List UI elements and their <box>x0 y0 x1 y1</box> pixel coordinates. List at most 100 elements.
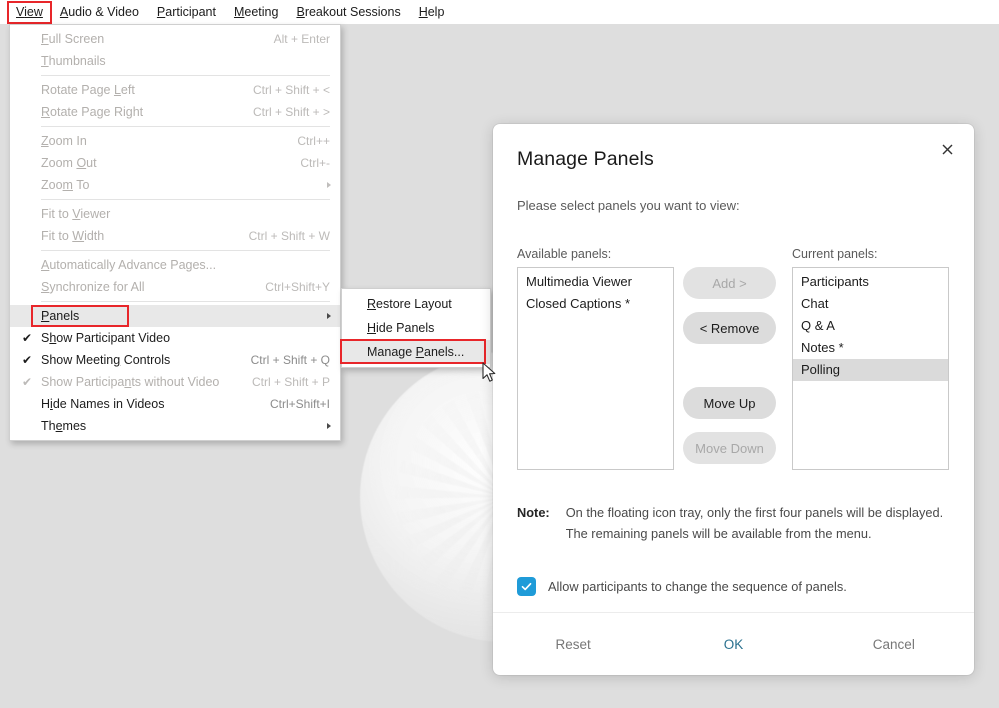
submenu-item-manage-panels[interactable]: Manage Panels... <box>340 339 490 364</box>
menu-item-shortcut: Ctrl + Shift + Q <box>250 353 330 367</box>
transfer-button-group: Add > < Remove Move Up Move Down <box>683 267 776 470</box>
current-panels-label: Current panels: <box>792 247 878 261</box>
menu-item-label: Zoom Out <box>41 156 97 170</box>
menu-item-label: Synchronize for All <box>41 280 145 294</box>
menu-item-label: Fit to Viewer <box>41 207 111 221</box>
menubar-item-view[interactable]: View <box>7 0 52 24</box>
submenu-item-label: Manage Panels... <box>367 345 465 359</box>
menu-item-label: Themes <box>41 419 87 433</box>
cancel-button[interactable]: Cancel <box>814 631 974 658</box>
menu-item-shortcut: Ctrl + Shift + W <box>248 229 330 243</box>
menu-item-shortcut: Ctrl+Shift+Y <box>265 280 330 294</box>
move-down-button[interactable]: Move Down <box>683 432 776 464</box>
screen-root: View Audio & Video Participant Meeting B… <box>0 0 999 708</box>
menubar-item-breakout-sessions-label: Breakout Sessions <box>296 4 401 19</box>
menu-item-show-participant-video[interactable]: ✔ Show Participant Video <box>10 327 340 349</box>
menu-separator <box>41 250 330 251</box>
menubar-item-breakout-sessions[interactable]: Breakout Sessions <box>287 2 409 23</box>
menubar-item-participant-label: Participant <box>156 4 216 19</box>
menubar-item-help-label: Help <box>418 4 445 19</box>
menu-item-synchronize-for-all: Synchronize for All Ctrl+Shift+Y <box>10 276 340 298</box>
chevron-right-icon <box>327 182 331 188</box>
menu-item-shortcut: Ctrl+Shift+I <box>269 397 330 411</box>
menu-item-label: Thumbnails <box>41 54 106 68</box>
menubar-item-meeting[interactable]: Meeting <box>225 2 287 23</box>
menubar-item-meeting-label: Meeting <box>233 4 279 19</box>
menu-item-label: Zoom To <box>41 178 90 192</box>
menu-item-label: Hide Names in Videos <box>41 397 165 411</box>
check-icon: ✔ <box>22 375 33 389</box>
menu-item-zoom-to: Zoom To <box>10 174 340 196</box>
menu-item-rotate-page-right: Rotate Page Right Ctrl + Shift + > <box>10 101 340 123</box>
menu-item-show-participants-without-video: ✔ Show Participants without Video Ctrl + S… <box>10 371 340 393</box>
view-dropdown-menu: Full Screen Alt + Enter Thumbnails Rotate P… <box>9 24 341 441</box>
menu-item-label: Show Participants without Video <box>41 375 220 389</box>
remove-button[interactable]: < Remove <box>683 312 776 344</box>
menu-item-fit-to-viewer: Fit to Viewer <box>10 203 340 225</box>
add-button[interactable]: Add > <box>683 267 776 299</box>
menu-item-shortcut: Ctrl + Shift + P <box>251 375 330 389</box>
menu-item-shortcut: Ctrl+- <box>300 156 330 170</box>
menu-item-zoom-in: Zoom In Ctrl++ <box>10 130 340 152</box>
menu-item-thumbnails: Thumbnails <box>10 50 340 72</box>
menubar-item-audio-video-label: Audio & Video <box>59 4 139 19</box>
menu-item-label: Show Participant Video <box>41 331 171 345</box>
menubar-item-view-label: View <box>16 4 43 19</box>
menu-separator <box>41 301 330 302</box>
menu-item-label: Rotate Page Left <box>41 83 135 97</box>
menu-item-rotate-page-left: Rotate Page Left Ctrl + Shift + < <box>10 79 340 101</box>
menubar-item-help[interactable]: Help <box>410 2 454 23</box>
list-item[interactable]: Multimedia Viewer <box>518 271 673 293</box>
ok-button[interactable]: OK <box>653 631 813 658</box>
menu-item-label: Panels <box>41 309 80 323</box>
menubar-item-audio-video[interactable]: Audio & Video <box>51 2 148 23</box>
chevron-right-icon <box>327 423 331 429</box>
menu-item-label: Rotate Page Right <box>41 105 144 119</box>
list-item[interactable]: Notes * <box>793 337 948 359</box>
checkbox-checked-icon[interactable] <box>517 577 536 596</box>
menu-item-label: Full Screen <box>41 32 105 46</box>
allow-sequence-checkbox-row[interactable]: Allow participants to change the sequenc… <box>517 577 847 596</box>
menu-item-panels[interactable]: Panels <box>10 305 340 327</box>
menu-item-shortcut: Ctrl + Shift + < <box>252 83 330 97</box>
note-label: Note: <box>517 505 550 520</box>
menu-item-themes[interactable]: Themes <box>10 415 340 437</box>
menu-item-label: Automatically Advance Pages... <box>41 258 217 272</box>
menu-item-label: Fit to Width <box>41 229 105 243</box>
menu-item-label: Show Meeting Controls <box>41 353 171 367</box>
menu-separator <box>41 75 330 76</box>
menu-item-fit-to-width: Fit to Width Ctrl + Shift + W <box>10 225 340 247</box>
allow-sequence-checkbox-label: Allow participants to change the sequenc… <box>548 579 847 594</box>
note-text: On the floating icon tray, only the firs… <box>565 505 944 541</box>
submenu-item-hide-panels[interactable]: Hide Panels <box>342 316 490 340</box>
submenu-item-label: Restore Layout <box>367 297 452 311</box>
menu-separator <box>41 126 330 127</box>
available-panels-list[interactable]: Multimedia Viewer Closed Captions * <box>517 267 674 470</box>
chevron-right-icon <box>327 313 331 319</box>
list-item[interactable]: Closed Captions * <box>518 293 673 315</box>
menubar-item-participant[interactable]: Participant <box>148 2 225 23</box>
reset-button[interactable]: Reset <box>493 631 653 658</box>
submenu-item-restore-layout[interactable]: Restore Layout <box>342 292 490 316</box>
list-item[interactable]: Q & A <box>793 315 948 337</box>
menu-item-shortcut: Ctrl + Shift + > <box>252 105 330 119</box>
list-item[interactable]: Polling <box>793 359 948 381</box>
menu-item-shortcut: Ctrl++ <box>297 134 330 148</box>
menu-item-shortcut: Alt + Enter <box>273 32 330 46</box>
list-item[interactable]: Participants <box>793 271 948 293</box>
move-up-button[interactable]: Move Up <box>683 387 776 419</box>
available-panels-label: Available panels: <box>517 247 612 261</box>
dialog-title: Manage Panels <box>517 148 654 170</box>
dialog-footer: Reset OK Cancel <box>493 612 974 675</box>
menu-item-full-screen: Full Screen Alt + Enter <box>10 28 340 50</box>
list-item[interactable]: Chat <box>793 293 948 315</box>
check-icon: ✔ <box>22 331 33 345</box>
menu-item-show-meeting-controls[interactable]: ✔ Show Meeting Controls Ctrl + Shift + Q <box>10 349 340 371</box>
menu-item-label: Zoom In <box>41 134 87 148</box>
menu-item-automatically-advance-pages: Automatically Advance Pages... <box>10 254 340 276</box>
close-icon[interactable] <box>934 136 960 162</box>
current-panels-list[interactable]: Participants Chat Q & A Notes * Polling <box>792 267 949 470</box>
menu-item-hide-names-in-videos[interactable]: Hide Names in Videos Ctrl+Shift+I <box>10 393 340 415</box>
submenu-item-label: Hide Panels <box>367 321 435 335</box>
menu-item-zoom-out: Zoom Out Ctrl+- <box>10 152 340 174</box>
